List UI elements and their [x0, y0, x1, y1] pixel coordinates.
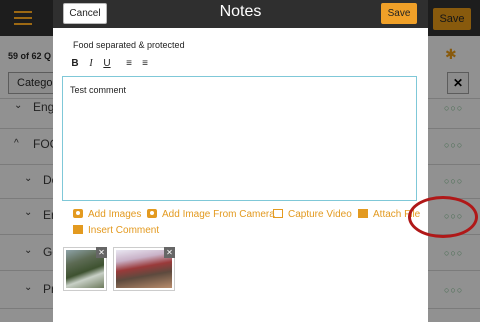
- save-button[interactable]: Save: [381, 3, 417, 24]
- attached-image-thumbnail[interactable]: ✕: [63, 247, 107, 291]
- film-icon: [273, 209, 283, 218]
- formatting-toolbar: B I U ≡ ≡: [70, 58, 150, 70]
- add-image-camera-button[interactable]: Add Image From Camera: [147, 208, 275, 222]
- capture-video-button[interactable]: Capture Video: [273, 208, 352, 222]
- file-attach-icon: [358, 209, 368, 218]
- modal-header: Notes Cancel Save: [53, 0, 428, 28]
- add-images-label: Add Images: [88, 209, 142, 220]
- capture-video-label: Capture Video: [288, 209, 352, 220]
- ordered-list-icon[interactable]: ≡: [124, 58, 134, 70]
- cancel-button[interactable]: Cancel: [63, 3, 107, 24]
- italic-button[interactable]: I: [86, 58, 96, 70]
- comment-editor[interactable]: Test comment: [62, 76, 417, 201]
- add-images-button[interactable]: Add Images: [73, 208, 141, 222]
- comment-icon: [73, 225, 83, 234]
- underline-button[interactable]: U: [102, 58, 112, 70]
- add-image-camera-label: Add Image From Camera: [162, 209, 275, 220]
- bold-button[interactable]: B: [70, 58, 80, 70]
- attached-image-thumbnail[interactable]: ✕: [113, 247, 175, 291]
- close-icon[interactable]: ✕: [96, 247, 107, 258]
- insert-comment-label: Insert Comment: [88, 225, 160, 236]
- camera-icon: [73, 209, 83, 218]
- comment-text: Test comment: [70, 85, 127, 95]
- highlight-annotation-circle: [408, 196, 478, 238]
- notes-modal: Notes Cancel Save Food separated & prote…: [53, 0, 478, 322]
- close-icon[interactable]: ✕: [164, 247, 175, 258]
- question-text: Food separated & protected: [73, 40, 185, 50]
- bullet-list-icon[interactable]: ≡: [140, 58, 150, 70]
- camera-icon: [147, 209, 157, 218]
- insert-comment-button[interactable]: Insert Comment: [73, 224, 159, 238]
- modal-title: Notes: [219, 3, 262, 20]
